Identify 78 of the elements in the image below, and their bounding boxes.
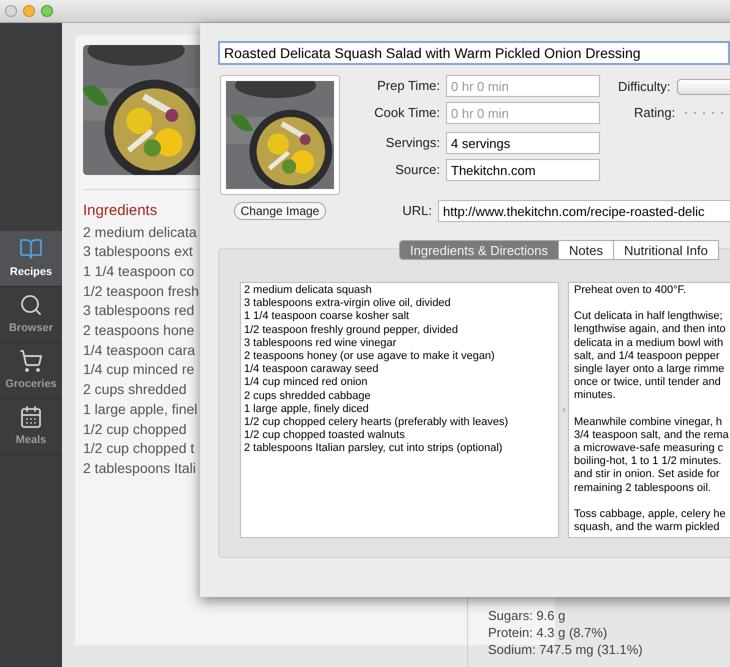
- close-button[interactable]: [5, 5, 17, 17]
- ingredient-line: 1 large apple, finely diced: [244, 402, 369, 416]
- direction-line: a microwave-safe measuring c: [574, 442, 724, 456]
- text-field[interactable]: 4 servings: [446, 132, 600, 154]
- nutrition-line: Sugars: 9.6 g: [488, 607, 566, 624]
- direction-line: 3/4 teaspoon salt, and the rema: [574, 428, 729, 442]
- ingredient-line: 1/4 cup minced red onion: [244, 376, 368, 390]
- ingredient-line: 1/4 teaspoon cara: [83, 340, 196, 360]
- sidebar-item[interactable]: Browser: [0, 287, 62, 343]
- text-field[interactable]: 0 hr 0 min: [446, 102, 600, 124]
- ingredient-line: 1 1/4 teaspoon co: [83, 262, 194, 281]
- ingredient-line: 1/2 teaspoon fresh: [83, 282, 199, 301]
- ingredient-line: 3 tablespoons red: [83, 301, 194, 320]
- field-label: Cook Time:: [373, 104, 441, 122]
- image-well[interactable]: [220, 75, 340, 195]
- cart-icon: [19, 348, 43, 373]
- field-label: URL:: [401, 202, 433, 220]
- difficulty-control[interactable]: [676, 79, 730, 95]
- ingredient-line: 1/2 teaspoon freshly ground pepper, divided: [244, 324, 458, 337]
- ingredient-line: 3 tablespoons red wine vinegar: [244, 336, 396, 350]
- direction-line: Meanwhile combine vinegar, h: [574, 416, 722, 429]
- ingredient-line: 2 tablespoons Italian parsley, cut into strips (optional): [244, 442, 502, 456]
- ingredient-line: 3 tablespoons ext: [83, 242, 193, 262]
- ingredient-line: 1/2 cup chopped t: [83, 439, 194, 458]
- ingredient-line: 1/2 cup chopped: [83, 420, 187, 439]
- direction-line: once or twice, until tender and: [574, 376, 721, 390]
- title-field[interactable]: Roasted Delicata Squash Salad with Warm Pickled Onion Dressing: [218, 41, 730, 65]
- tab[interactable]: Nutritional Info: [614, 240, 719, 260]
- text-field[interactable]: 0 hr 0 min: [446, 75, 600, 97]
- direction-line: boiling-hot, 1 to 1 1/2 minutes.: [574, 455, 722, 468]
- tab[interactable]: Ingredients & Directions: [399, 240, 560, 260]
- direction-line: single layer onto a large rimme: [574, 363, 724, 376]
- search-icon: [19, 292, 43, 317]
- ingredient-line: 2 cups shredded: [83, 380, 187, 400]
- nutrition-line: Sodium: 747.5 mg (31.1%): [488, 641, 643, 658]
- ingredient-line: 2 cups shredded cabbage: [244, 390, 371, 403]
- ingredient-line: 1/2 cup chopped toasted walnuts: [244, 429, 405, 442]
- ingredient-line: 2 teaspoons honey (or use agave to make it vegan): [244, 350, 495, 364]
- field-label: Rating:: [634, 104, 676, 122]
- field-label: Prep Time:: [376, 77, 441, 96]
- minimize-button[interactable]: [23, 5, 35, 17]
- url-field[interactable]: http://www.thekitchn.com/recipe-roasted-delic: [438, 200, 730, 222]
- field-label: Servings:: [384, 134, 441, 152]
- nutrition-line: Protein: 4.3 g (8.7%): [488, 624, 608, 641]
- ingredient-line: 1/2 cup chopped celery hearts (preferably with leaves): [244, 416, 508, 430]
- text-field[interactable]: Thekitchn.com: [446, 159, 600, 181]
- direction-line: squash, and the warm pickled: [574, 521, 720, 534]
- direction-line: minutes.: [574, 389, 616, 403]
- ingredient-line: 3 tablespoons extra-virgin olive oil, divided: [244, 297, 451, 310]
- direction-line: remaining 2 tablespoons oil.: [574, 482, 711, 495]
- direction-line: Preheat oven to 400°F.: [574, 284, 686, 298]
- zoom-button[interactable]: [41, 5, 53, 17]
- section-heading: Ingredients: [83, 201, 158, 221]
- direction-line: Toss cabbage, apple, celery he: [574, 508, 726, 522]
- ingredient-line: 2 medium delicata squash: [244, 284, 372, 298]
- directions-text-area[interactable]: [568, 282, 730, 538]
- direction-line: Cut delicata in half lengthwise;: [574, 310, 723, 324]
- ingredient-line: 2 teaspoons hone: [83, 321, 194, 340]
- sidebar-item[interactable]: Recipes: [0, 231, 62, 287]
- ingredient-line: 1 large apple, finel: [83, 400, 198, 419]
- direction-line: salt, and 1/4 teaspoon pepper: [574, 350, 720, 364]
- ingredient-line: 1 1/4 teaspoon coarse kosher salt: [244, 310, 410, 324]
- direction-line: and stir in onion. Set aside for: [574, 468, 720, 482]
- ingredients-text-area[interactable]: [240, 282, 560, 538]
- calendar-icon: [19, 404, 43, 429]
- field-label: Source:: [394, 161, 441, 180]
- sidebar-item[interactable]: Meals: [0, 399, 62, 455]
- field-label: Difficulty:: [618, 78, 670, 96]
- book-icon: [19, 236, 43, 261]
- tab[interactable]: Notes: [559, 240, 614, 260]
- ingredient-line: 1/4 cup minced re: [83, 360, 194, 380]
- sidebar-item[interactable]: Groceries: [0, 343, 62, 399]
- direction-line: lengthwise again, and then into: [574, 323, 726, 337]
- direction-line: delicata in a medium bowl with: [574, 336, 724, 350]
- ingredient-line: 2 tablespoons Itali: [83, 458, 196, 478]
- ingredient-line: 1/4 teaspoon caraway seed: [244, 363, 379, 376]
- change-image-button[interactable]: Change Image: [234, 202, 326, 220]
- ingredient-line: 2 medium delicata: [83, 222, 197, 242]
